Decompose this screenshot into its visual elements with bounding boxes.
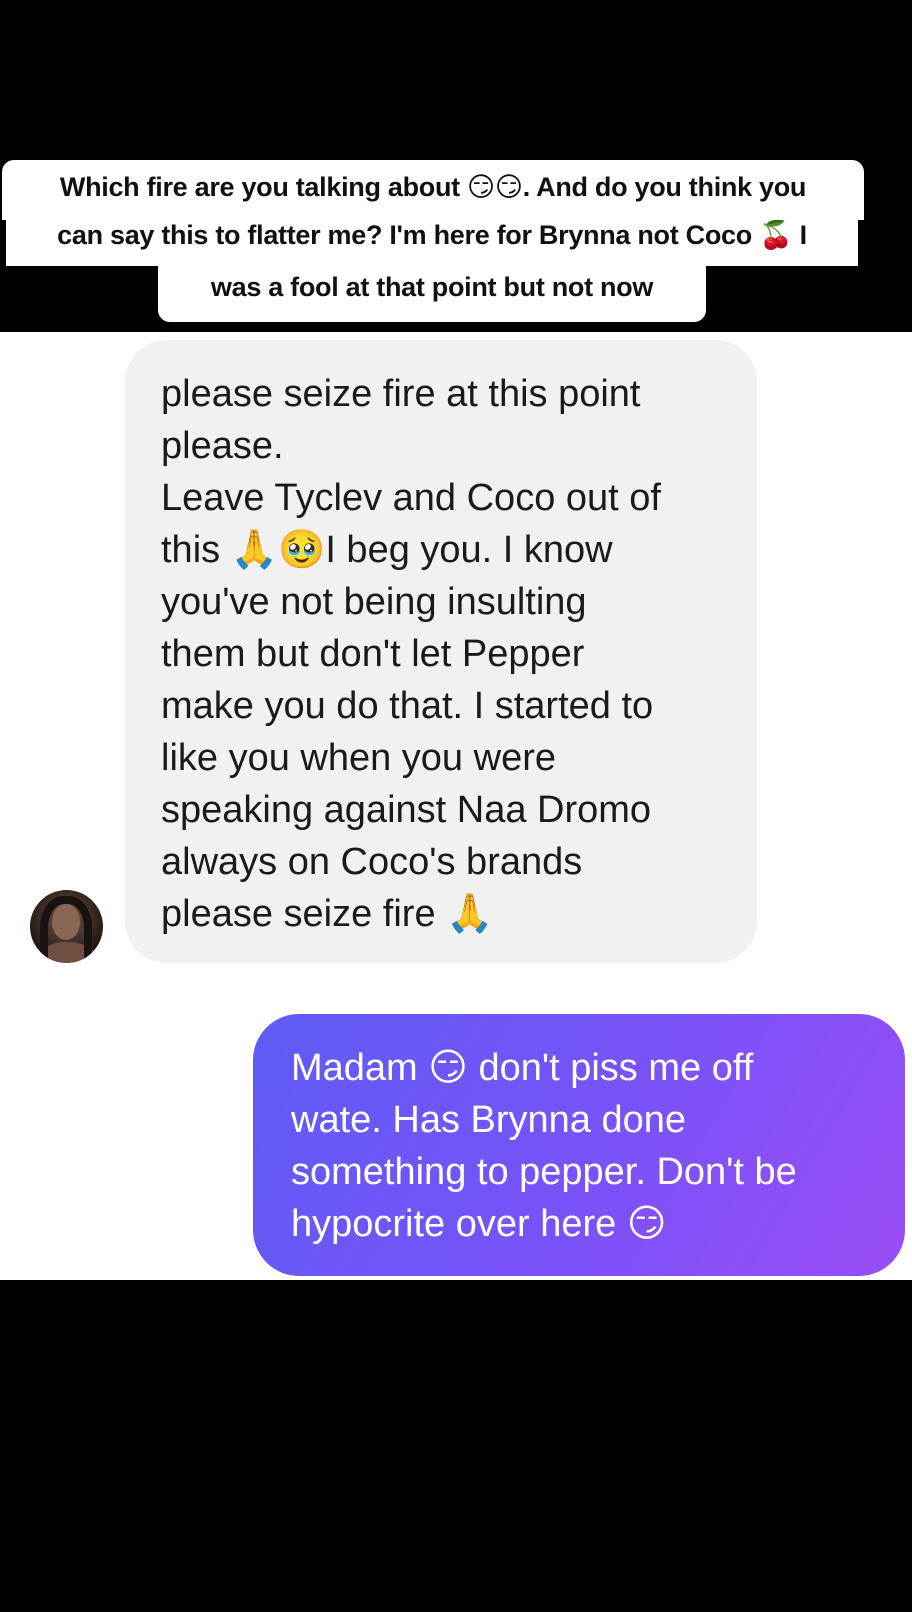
incoming-message-bubble[interactable]: please seize fire at this point please. … bbox=[125, 340, 757, 963]
caption-line-2: can say this to flatter me? I'm here for… bbox=[6, 212, 858, 266]
outgoing-message-bubble[interactable]: Madam 😏 don't piss me off wate. Has Bryn… bbox=[253, 1014, 905, 1276]
bottom-black-bar bbox=[0, 1280, 912, 1612]
avatar-hair-shape bbox=[40, 896, 92, 963]
caption-line-1: Which fire are you talking about 😏😏. And… bbox=[2, 160, 864, 220]
caption-line-3: was a fool at that point but not now bbox=[158, 264, 706, 322]
sender-avatar[interactable] bbox=[30, 890, 103, 963]
